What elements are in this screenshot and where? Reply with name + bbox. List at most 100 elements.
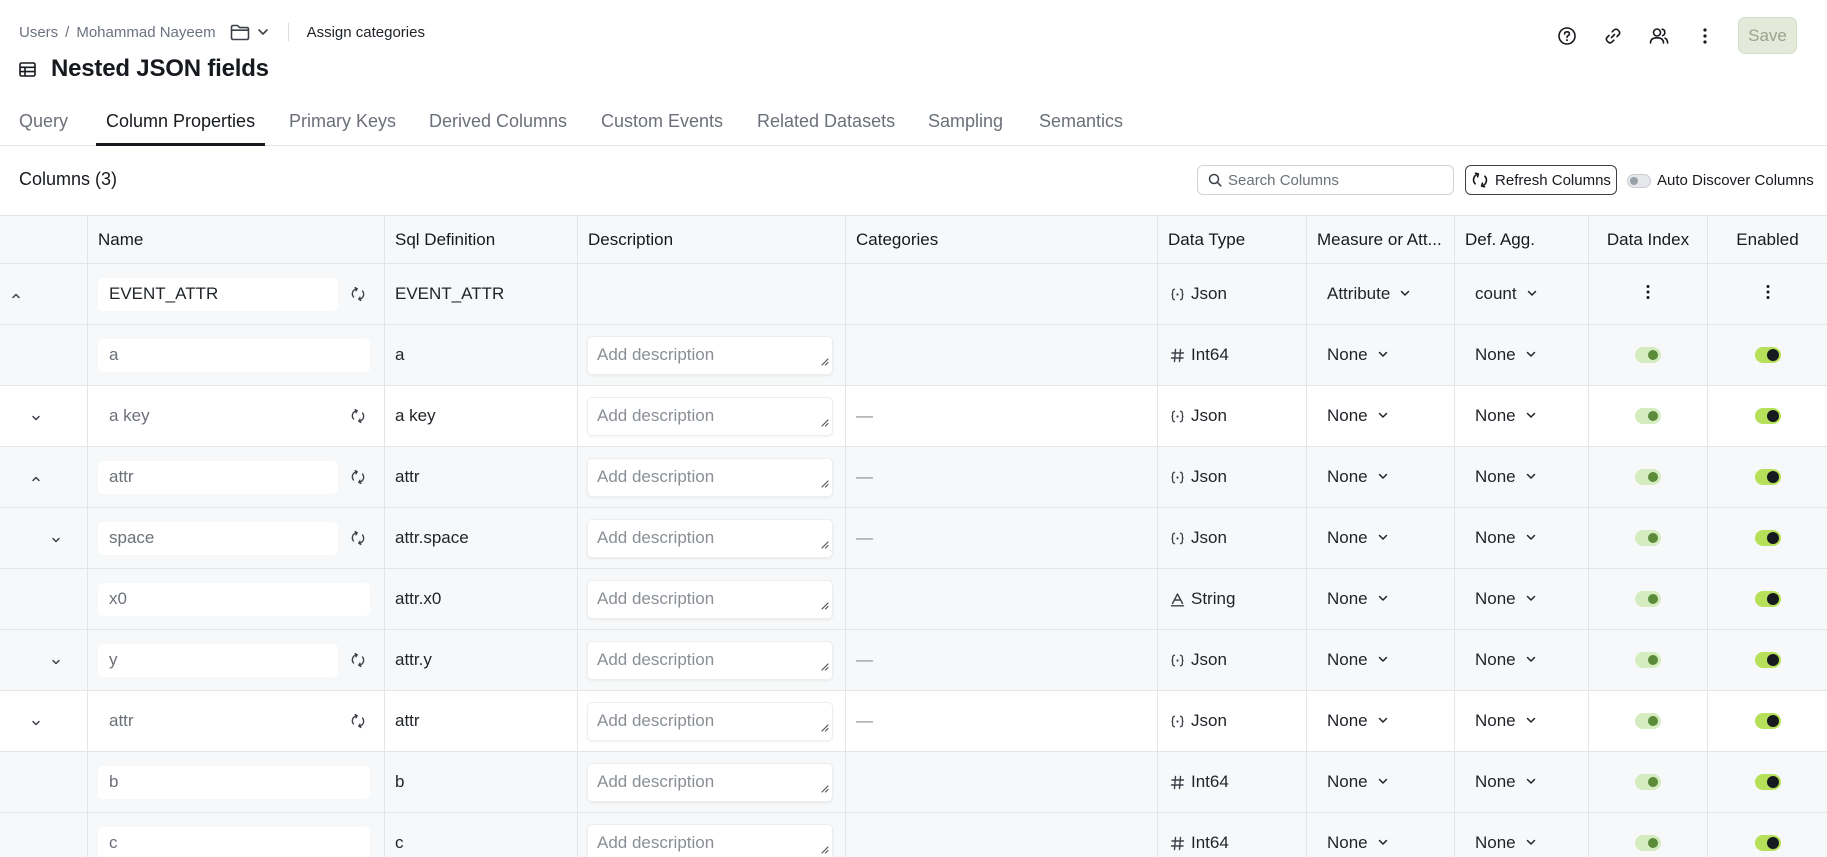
auto-discover-toggle[interactable]: [1627, 173, 1651, 188]
data-index-toggle[interactable]: [1635, 469, 1661, 485]
data-index-toggle[interactable]: [1635, 774, 1661, 790]
enabled-toggle[interactable]: [1754, 408, 1781, 424]
enabled-menu-button[interactable]: [1708, 264, 1827, 324]
help-button[interactable]: [1544, 18, 1590, 54]
save-button[interactable]: Save: [1738, 17, 1797, 54]
categories-cell[interactable]: —: [846, 691, 1158, 751]
measure-select[interactable]: None: [1316, 772, 1389, 792]
enabled-toggle[interactable]: [1754, 469, 1781, 485]
tab-related-datasets[interactable]: Related Datasets: [757, 111, 895, 146]
data-index-toggle[interactable]: [1635, 591, 1661, 607]
chevron-up-icon[interactable]: [10, 287, 22, 307]
more-menu-button[interactable]: [1682, 18, 1728, 54]
measure-select[interactable]: None: [1316, 345, 1389, 365]
copy-link-button[interactable]: [1590, 18, 1636, 54]
aggregation-select[interactable]: None: [1464, 528, 1537, 548]
aggregation-select[interactable]: None: [1464, 650, 1537, 670]
categories-cell[interactable]: [846, 325, 1158, 385]
data-index-toggle[interactable]: [1635, 835, 1661, 851]
resize-grip-icon[interactable]: [820, 534, 829, 554]
aggregation-select[interactable]: None: [1464, 833, 1537, 853]
column-name-input[interactable]: x0: [98, 582, 370, 616]
tab-sampling[interactable]: Sampling: [928, 111, 1003, 146]
column-name-input[interactable]: attr: [98, 704, 338, 738]
categories-cell[interactable]: —: [846, 386, 1158, 446]
sync-icon[interactable]: [350, 408, 366, 429]
categories-cell[interactable]: [846, 569, 1158, 629]
search-columns-input[interactable]: [1228, 171, 1438, 189]
enabled-toggle[interactable]: [1754, 347, 1781, 363]
measure-select[interactable]: Attribute: [1316, 284, 1411, 304]
chevron-down-icon[interactable]: [30, 714, 42, 734]
measure-select[interactable]: None: [1316, 833, 1389, 853]
chevron-down-icon[interactable]: [50, 653, 62, 673]
description-input[interactable]: Add description: [587, 518, 833, 558]
enabled-toggle[interactable]: [1754, 713, 1781, 729]
column-name-input[interactable]: space: [98, 521, 338, 555]
sync-icon[interactable]: [350, 713, 366, 734]
auto-discover-columns[interactable]: Auto Discover Columns: [1627, 172, 1814, 189]
enabled-toggle[interactable]: [1754, 835, 1781, 851]
chevron-up-icon[interactable]: [30, 470, 42, 490]
description-input[interactable]: Add description: [587, 396, 833, 436]
share-users-button[interactable]: [1636, 18, 1682, 54]
aggregation-select[interactable]: None: [1464, 345, 1537, 365]
data-index-toggle[interactable]: [1635, 408, 1661, 424]
column-name-input[interactable]: attr: [98, 460, 338, 494]
categories-cell[interactable]: —: [846, 630, 1158, 690]
categories-cell[interactable]: —: [846, 508, 1158, 568]
data-index-toggle[interactable]: [1635, 530, 1661, 546]
column-name-input[interactable]: a: [98, 338, 370, 372]
sync-icon[interactable]: [350, 652, 366, 673]
description-input[interactable]: Add description: [587, 335, 833, 375]
breadcrumb-user[interactable]: Mohammad Nayeem: [76, 24, 215, 41]
resize-grip-icon[interactable]: [820, 473, 829, 493]
resize-grip-icon[interactable]: [820, 595, 829, 615]
categories-cell[interactable]: —: [846, 447, 1158, 507]
resize-grip-icon[interactable]: [820, 351, 829, 371]
resize-grip-icon[interactable]: [820, 656, 829, 676]
aggregation-select[interactable]: None: [1464, 711, 1537, 731]
breadcrumb-users[interactable]: Users: [19, 24, 58, 41]
measure-select[interactable]: None: [1316, 467, 1389, 487]
resize-grip-icon[interactable]: [820, 778, 829, 798]
description-input[interactable]: Add description: [587, 457, 833, 497]
categories-cell[interactable]: [846, 752, 1158, 812]
aggregation-select[interactable]: count: [1464, 284, 1538, 304]
tab-derived-columns[interactable]: Derived Columns: [429, 111, 567, 146]
enabled-toggle[interactable]: [1754, 652, 1781, 668]
tab-custom-events[interactable]: Custom Events: [601, 111, 723, 146]
data-index-menu-button[interactable]: [1589, 264, 1708, 324]
aggregation-select[interactable]: None: [1464, 589, 1537, 609]
measure-select[interactable]: None: [1316, 528, 1389, 548]
chevron-down-icon[interactable]: [30, 409, 42, 429]
column-name-input[interactable]: EVENT_ATTR: [98, 277, 338, 311]
enabled-toggle[interactable]: [1754, 591, 1781, 607]
data-index-toggle[interactable]: [1635, 713, 1661, 729]
description-input[interactable]: Add description: [587, 823, 833, 857]
categories-cell[interactable]: [846, 264, 1158, 324]
measure-select[interactable]: None: [1316, 650, 1389, 670]
sync-icon[interactable]: [350, 469, 366, 490]
categories-cell[interactable]: [846, 813, 1158, 857]
data-index-toggle[interactable]: [1635, 652, 1661, 668]
enabled-toggle[interactable]: [1754, 530, 1781, 546]
enabled-toggle[interactable]: [1754, 774, 1781, 790]
refresh-columns-button[interactable]: Refresh Columns: [1465, 165, 1617, 195]
aggregation-select[interactable]: None: [1464, 406, 1537, 426]
column-name-input[interactable]: y: [98, 643, 338, 677]
measure-select[interactable]: None: [1316, 406, 1389, 426]
resize-grip-icon[interactable]: [820, 412, 829, 432]
chevron-down-icon[interactable]: [50, 531, 62, 551]
sync-icon[interactable]: [350, 530, 366, 551]
description-input[interactable]: Add description: [587, 762, 833, 802]
tab-semantics[interactable]: Semantics: [1039, 111, 1123, 146]
column-name-input[interactable]: a key: [98, 399, 338, 433]
data-index-toggle[interactable]: [1635, 347, 1661, 363]
assign-categories-link[interactable]: Assign categories: [307, 24, 425, 41]
sync-icon[interactable]: [350, 286, 366, 307]
tab-column-properties[interactable]: Column Properties: [95, 111, 266, 146]
search-columns-field[interactable]: [1197, 165, 1454, 195]
resize-grip-icon[interactable]: [820, 839, 829, 857]
tab-query[interactable]: Query: [19, 111, 68, 146]
